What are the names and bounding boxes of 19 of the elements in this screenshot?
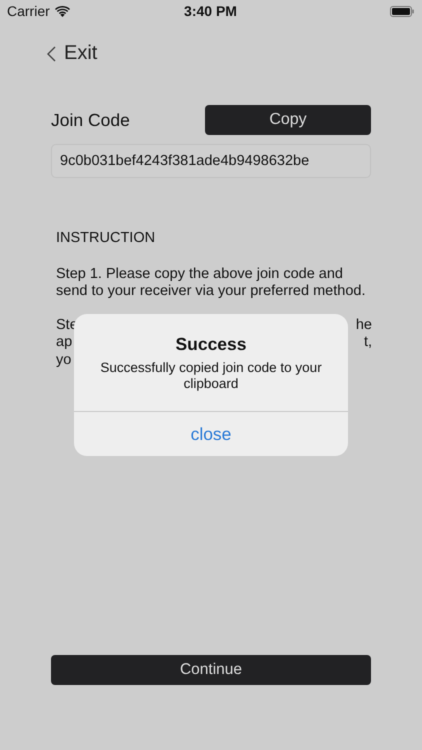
join-code-label: Join Code [51, 110, 130, 130]
step-text-fragment: t, [364, 334, 372, 352]
alert-message: Successfully copied join code to your clipboard [99, 360, 323, 392]
continue-button[interactable]: Continue [51, 655, 371, 685]
step-text: Step 1. Please copy the above join code and send to your receiver via your preferred method. [56, 266, 366, 300]
carrier-label: Carrier [7, 3, 50, 19]
clock-time: 3:40 PM [184, 3, 237, 19]
wifi-icon [54, 6, 70, 16]
step-text-fragment: yo [56, 352, 72, 369]
battery-icon [390, 6, 414, 16]
close-button[interactable]: close [74, 411, 348, 456]
join-code-field[interactable]: 9c0b031bef4243f381ade4b9498632be [51, 144, 371, 178]
step-text-fragment: ap [56, 334, 72, 352]
step-text-fragment: he [356, 316, 372, 334]
chevron-left-icon [47, 46, 56, 62]
back-button[interactable]: Exit [47, 42, 98, 65]
instruction-heading: INSTRUCTION [56, 230, 156, 248]
alert-title: Success [175, 334, 247, 355]
copy-button[interactable]: Copy [205, 105, 371, 135]
